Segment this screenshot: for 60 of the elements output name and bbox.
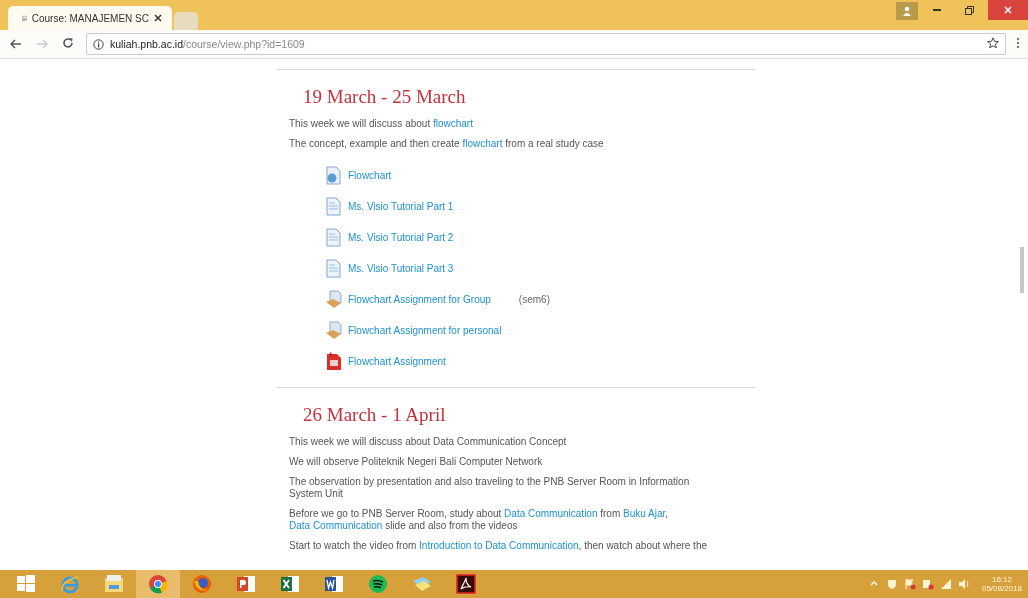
url-text: kuliah.pnb.ac.id/course/view.php?id=1609: [110, 38, 305, 50]
activity-link[interactable]: Flowchart: [348, 170, 392, 181]
page-icon: [22, 12, 27, 24]
powerpoint-icon: [235, 573, 257, 595]
letter-e-icon: [59, 573, 81, 595]
signal-icon: [939, 578, 952, 590]
shield-icon: [885, 578, 898, 590]
pdf-icon: [325, 352, 342, 371]
assignment-icon: [325, 321, 342, 340]
flag-icon: [903, 578, 916, 590]
word-icon: [323, 573, 345, 595]
paragraph: The observation by presentation and also traveling to the PNB Server Room in Information System Unit: [289, 476, 691, 500]
browser-tab[interactable]: Course: MANAJEMEN SC: [8, 6, 172, 30]
activity-note: (sem6): [518, 294, 550, 305]
close-button[interactable]: [988, 0, 1028, 20]
speaker-icon: [957, 578, 970, 590]
link[interactable]: Data Communication: [504, 508, 598, 519]
paragraph: We will observe Politeknik Negeri Bali Computer Network: [289, 456, 544, 468]
spotify-icon: [367, 573, 389, 595]
section-heading: 26 March - 1 April: [303, 404, 447, 426]
clock[interactable]: 16:12 05/08/2018: [981, 575, 1022, 593]
minimize-icon: [933, 9, 941, 11]
activity-link[interactable]: Flowchart Assignment: [348, 356, 446, 367]
activity-link[interactable]: Flowchart Assignment for personal: [348, 325, 502, 336]
windows-logo-icon: [15, 573, 37, 595]
globe-document-icon: [325, 166, 342, 185]
network-icon: [921, 578, 934, 590]
assignment-icon: [325, 290, 342, 309]
link[interactable]: Buku Ajar: [623, 508, 666, 519]
section-heading: 19 March - 25 March: [303, 86, 467, 108]
link[interactable]: Introduction to Data Communication: [419, 540, 579, 551]
activity-link[interactable]: Ms. Visio Tutorial Part 3: [348, 263, 454, 274]
paragraph: The concept, example and then create flowchart from a real study case: [289, 138, 605, 150]
paragraph: This week we will discuss about Data Communication Concept: [289, 436, 568, 448]
info-icon: [93, 38, 104, 50]
profile-button[interactable]: [896, 2, 918, 20]
paragraph: This week we will discuss about flowchart: [289, 118, 474, 130]
folder-icon: [103, 573, 125, 595]
activity-link[interactable]: Flowchart Assignment for Group: [348, 294, 491, 305]
acrobat-icon: [455, 573, 477, 595]
excel-icon: [279, 573, 301, 595]
close-icon[interactable]: [154, 12, 162, 24]
link[interactable]: Data Communication: [289, 520, 383, 531]
document-icon: [325, 228, 342, 247]
person-icon: [902, 6, 912, 16]
scrollbar-thumb[interactable]: [1020, 247, 1024, 293]
chrome-icon: [147, 573, 169, 595]
restore-icon: [964, 5, 974, 15]
link[interactable]: flowchart: [462, 138, 503, 149]
link[interactable]: flowchart: [432, 118, 473, 129]
paragraph: Start to watch the video from Introduction to Data Communication, then watch about where the: [289, 540, 708, 552]
document-icon: [325, 259, 342, 278]
firefox-icon: [191, 573, 213, 595]
document-icon: [325, 197, 342, 216]
activity-link[interactable]: Ms. Visio Tutorial Part 1: [348, 201, 454, 212]
activity-link[interactable]: Ms. Visio Tutorial Part 2: [348, 232, 454, 243]
bookmark-star-icon[interactable]: [987, 36, 999, 52]
paragraph: Before we go to PNB Server Room, study about Data Communication from Buku Ajar, Data Communication slide and also from the videos: [289, 508, 670, 532]
close-icon: [1004, 6, 1012, 14]
address-bar[interactable]: kuliah.pnb.ac.id/course/view.php?id=1609: [86, 33, 1006, 55]
